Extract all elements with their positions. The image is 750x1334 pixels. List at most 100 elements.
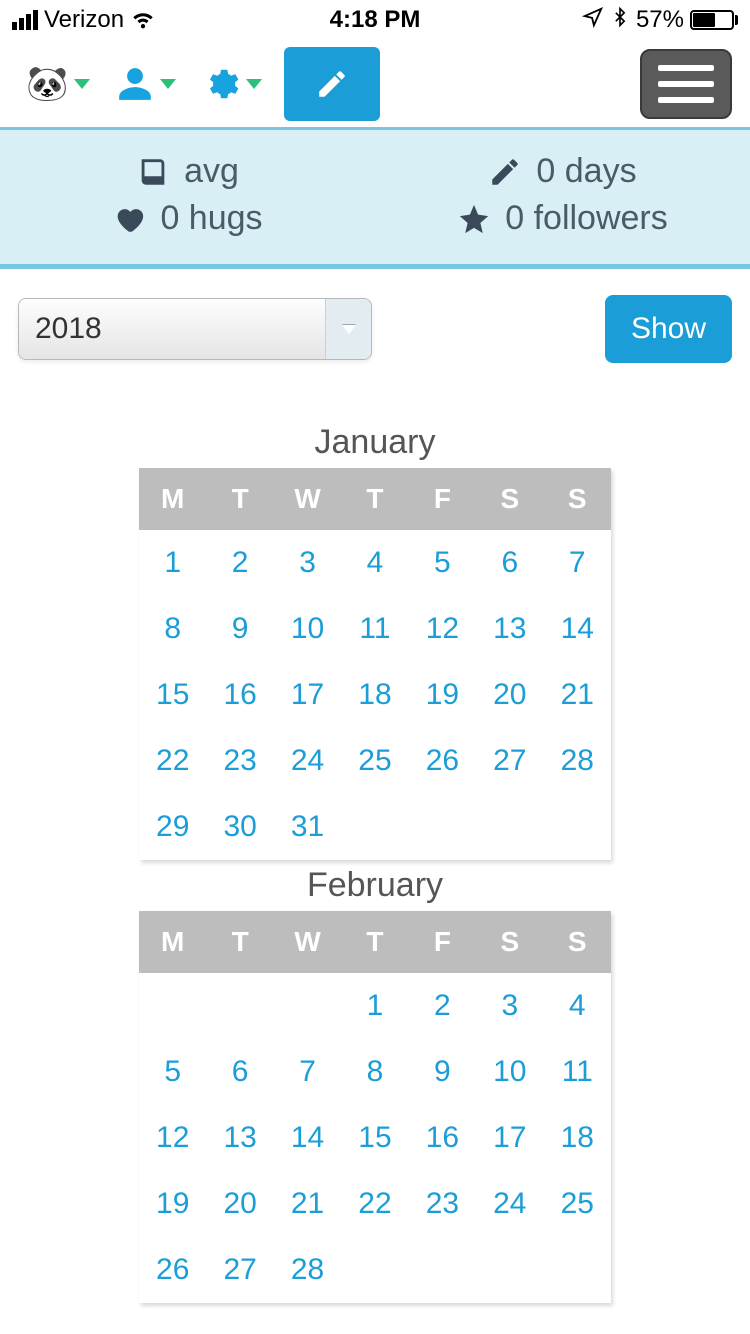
weekday-header: T: [341, 911, 408, 973]
weekday-header: W: [274, 468, 341, 530]
calendar-day[interactable]: 3: [274, 530, 341, 596]
calendar-day[interactable]: 1: [139, 530, 206, 596]
year-select[interactable]: 2018: [18, 298, 372, 360]
calendar-day[interactable]: 14: [544, 596, 611, 662]
calendar-day[interactable]: 6: [476, 530, 543, 596]
heart-icon: [112, 202, 146, 236]
calendar-day[interactable]: 7: [274, 1039, 341, 1105]
calendar-day[interactable]: 27: [476, 728, 543, 794]
controls-row: 2018 Show: [0, 269, 750, 363]
calendar-day[interactable]: 11: [544, 1039, 611, 1105]
calendar-day[interactable]: 18: [544, 1105, 611, 1171]
calendar-day[interactable]: 31: [274, 794, 341, 860]
weekday-header: W: [274, 911, 341, 973]
calendar-empty: [409, 794, 476, 860]
calendar-day[interactable]: 9: [409, 1039, 476, 1105]
calendar-day[interactable]: 20: [476, 662, 543, 728]
weekday-header: T: [206, 911, 273, 973]
signal-icon: [12, 10, 38, 30]
calendar-day[interactable]: 9: [206, 596, 273, 662]
weekday-header: T: [341, 468, 408, 530]
calendar-empty: [476, 1237, 543, 1303]
calendar-day[interactable]: 19: [409, 662, 476, 728]
weekday-header: S: [544, 911, 611, 973]
month-block: FebruaryMTWTFSS1234567891011121314151617…: [139, 866, 611, 1303]
hamburger-menu[interactable]: [640, 49, 732, 119]
calendar-day[interactable]: 12: [409, 596, 476, 662]
calendar-day[interactable]: 17: [274, 662, 341, 728]
calendar-day[interactable]: 18: [341, 662, 408, 728]
weekday-header: M: [139, 911, 206, 973]
calendar-day[interactable]: 10: [476, 1039, 543, 1105]
calendar-day[interactable]: 4: [544, 973, 611, 1039]
calendar-day[interactable]: 24: [274, 728, 341, 794]
battery-pct: 57%: [636, 6, 684, 34]
calendar-day[interactable]: 12: [139, 1105, 206, 1171]
calendar-day[interactable]: 27: [206, 1237, 273, 1303]
calendar-day[interactable]: 4: [341, 530, 408, 596]
calendar-day[interactable]: 11: [341, 596, 408, 662]
calendar-day[interactable]: 30: [206, 794, 273, 860]
status-left: Verizon: [12, 4, 156, 37]
stat-hugs-label: 0 hugs: [160, 199, 262, 238]
calendar-day[interactable]: 21: [544, 662, 611, 728]
panda-icon: 🐼: [26, 67, 68, 101]
compose-button[interactable]: [284, 47, 380, 121]
calendar-day[interactable]: 3: [476, 973, 543, 1039]
month-title: February: [139, 866, 611, 905]
calendar-day[interactable]: 8: [341, 1039, 408, 1105]
calendar-day[interactable]: 22: [139, 728, 206, 794]
calendar-day[interactable]: 10: [274, 596, 341, 662]
calendar-day[interactable]: 1: [341, 973, 408, 1039]
calendar-day[interactable]: 15: [341, 1105, 408, 1171]
top-nav: 🐼: [0, 40, 750, 130]
calendar-day[interactable]: 28: [544, 728, 611, 794]
calendar-day[interactable]: 14: [274, 1105, 341, 1171]
gear-icon: [202, 65, 240, 103]
settings-menu[interactable]: [194, 59, 270, 109]
calendar-day[interactable]: 25: [544, 1171, 611, 1237]
calendar-day[interactable]: 13: [206, 1105, 273, 1171]
stat-avg-label: avg: [184, 152, 239, 191]
calendar-day[interactable]: 23: [206, 728, 273, 794]
logo-menu[interactable]: 🐼: [18, 61, 98, 107]
edit-icon: [315, 67, 349, 101]
profile-menu[interactable]: [108, 59, 184, 109]
calendar-day[interactable]: 8: [139, 596, 206, 662]
weekday-header: F: [409, 911, 476, 973]
calendar-day[interactable]: 21: [274, 1171, 341, 1237]
bluetooth-icon: [610, 5, 630, 36]
calendar-day[interactable]: 13: [476, 596, 543, 662]
show-button[interactable]: Show: [605, 295, 732, 363]
weekday-header: S: [476, 468, 543, 530]
calendar-day[interactable]: 26: [409, 728, 476, 794]
calendar-empty: [409, 1237, 476, 1303]
calendar-table: MTWTFSS123456789101112131415161718192021…: [139, 911, 611, 1303]
calendar-day[interactable]: 29: [139, 794, 206, 860]
calendar-day[interactable]: 15: [139, 662, 206, 728]
calendar-day[interactable]: 2: [409, 973, 476, 1039]
calendar-list: JanuaryMTWTFSS12345678910111213141516171…: [0, 363, 750, 1303]
calendar-day[interactable]: 17: [476, 1105, 543, 1171]
month-block: JanuaryMTWTFSS12345678910111213141516171…: [139, 423, 611, 860]
calendar-day[interactable]: 24: [476, 1171, 543, 1237]
calendar-day[interactable]: 22: [341, 1171, 408, 1237]
calendar-day[interactable]: 16: [206, 662, 273, 728]
weekday-header: M: [139, 468, 206, 530]
calendar-day[interactable]: 5: [139, 1039, 206, 1105]
calendar-day[interactable]: 28: [274, 1237, 341, 1303]
location-icon: [582, 6, 604, 35]
calendar-day[interactable]: 5: [409, 530, 476, 596]
calendar-day[interactable]: 26: [139, 1237, 206, 1303]
calendar-day[interactable]: 20: [206, 1171, 273, 1237]
chevron-down-icon: [325, 299, 371, 359]
calendar-day[interactable]: 2: [206, 530, 273, 596]
calendar-day[interactable]: 23: [409, 1171, 476, 1237]
calendar-day[interactable]: 19: [139, 1171, 206, 1237]
calendar-day[interactable]: 7: [544, 530, 611, 596]
calendar-day[interactable]: 16: [409, 1105, 476, 1171]
stat-days: 0 days: [375, 148, 750, 195]
calendar-empty: [341, 794, 408, 860]
calendar-day[interactable]: 25: [341, 728, 408, 794]
calendar-day[interactable]: 6: [206, 1039, 273, 1105]
